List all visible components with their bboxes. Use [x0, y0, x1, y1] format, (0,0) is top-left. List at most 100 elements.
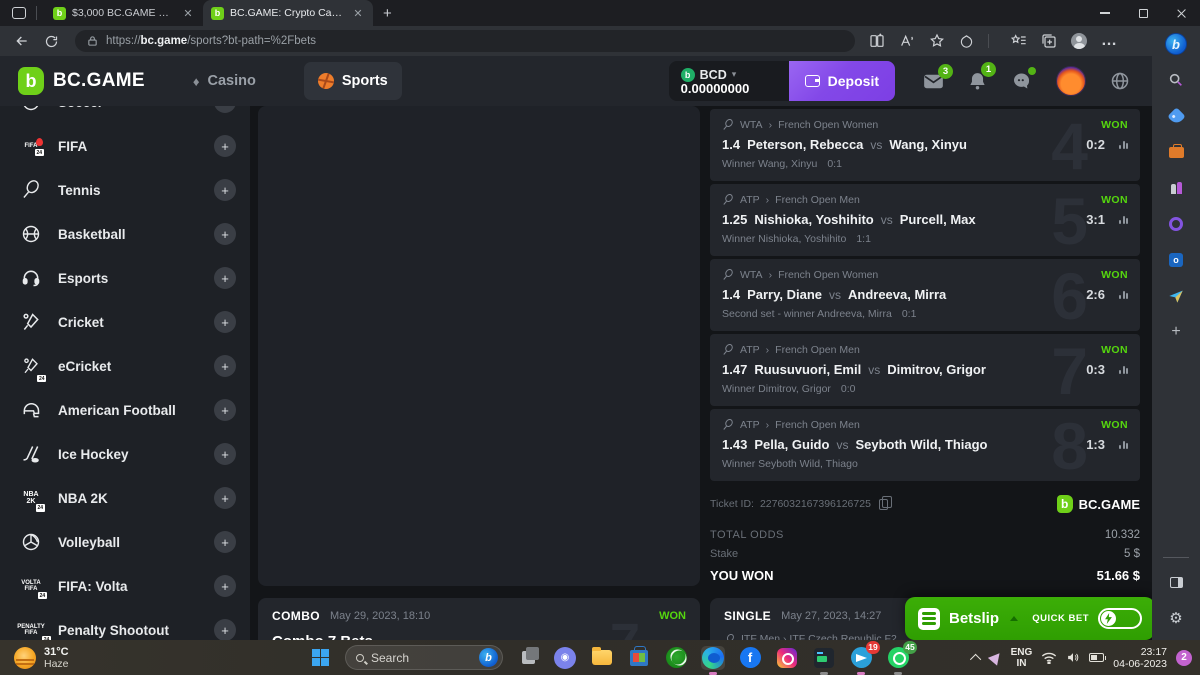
stats-icon[interactable] [1119, 216, 1128, 224]
history-card-combo[interactable]: 7 COMBO May 29, 2023, 18:10 WON Combo 7 … [258, 598, 700, 640]
taskbar-clock[interactable]: 23:17 04-06-2023 [1113, 646, 1167, 670]
facebook-icon[interactable] [738, 646, 762, 670]
sidebar-toggle-icon[interactable] [1152, 564, 1200, 600]
whatsapp-icon[interactable]: 45 [886, 646, 910, 670]
add-icon[interactable]: + [214, 223, 236, 245]
sidebar-item-tennis[interactable]: Tennis + [0, 168, 250, 212]
hidden-icons-chevron[interactable] [970, 653, 981, 664]
address-bar[interactable]: https://bc.game/sports?bt-path=%2Fbets [75, 30, 855, 52]
bing-chat-icon[interactable] [1152, 26, 1200, 62]
sidebar-add-icon[interactable] [1152, 314, 1200, 350]
mail-icon[interactable]: 3 [923, 73, 944, 90]
tools-icon[interactable] [1152, 134, 1200, 170]
bet-leg-card[interactable]: 7 ATP›French Open Men WON 1.47 Ruusuvuor… [710, 334, 1140, 406]
sidebar-item-fifa-volta[interactable]: VOLTA FIFA FIFA: Volta + [0, 564, 250, 608]
drop-icon[interactable] [1152, 278, 1200, 314]
stats-icon[interactable] [1119, 441, 1128, 449]
add-icon[interactable]: + [214, 179, 236, 201]
start-button[interactable] [308, 646, 332, 670]
betslip-button[interactable]: Betslip QUICK BET [905, 597, 1152, 640]
sidebar-item-cricket[interactable]: Cricket + [0, 300, 250, 344]
bcgame-logo[interactable]: BC.GAME [18, 67, 145, 95]
add-icon[interactable]: + [214, 399, 236, 421]
favorite-star-icon[interactable] [929, 33, 945, 49]
sidebar-item-ecricket[interactable]: eCricket + [0, 344, 250, 388]
split-screen-icon[interactable] [869, 33, 885, 49]
more-menu-icon[interactable]: … [1101, 32, 1119, 50]
deposit-button[interactable]: Deposit [789, 61, 895, 101]
workspaces-icon[interactable] [12, 7, 26, 19]
add-icon[interactable]: + [214, 531, 236, 553]
sidebar-item-nba2k[interactable]: NBA 2K NBA 2K + [0, 476, 250, 520]
nav-sports[interactable]: Sports [304, 62, 402, 100]
sidebar-item-esports[interactable]: Esports + [0, 256, 250, 300]
browser-profile-avatar[interactable] [1071, 33, 1087, 49]
sidebar-item-soccer[interactable]: Soccer + [0, 106, 250, 124]
tab-close-icon[interactable] [351, 7, 365, 20]
bet-leg-card[interactable]: 5 ATP›French Open Men WON 1.25 Nishioka,… [710, 184, 1140, 256]
volume-icon[interactable] [1066, 651, 1080, 664]
taskbar-search[interactable]: Search [345, 645, 503, 670]
microsoft-store-icon[interactable] [627, 646, 651, 670]
sidebar-search-icon[interactable] [1152, 62, 1200, 98]
read-aloud-icon[interactable] [899, 33, 915, 49]
teams-chat-icon[interactable]: ◉ [553, 646, 577, 670]
sidebar-item-penalty-shootout[interactable]: PENALTY FIFA Penalty Shootout + [0, 608, 250, 640]
bet-leg-card[interactable]: 6 WTA›French Open Women WON 1.4 Parry, D… [710, 259, 1140, 331]
notification-badge[interactable]: 2 [1176, 650, 1192, 666]
sidebar-item-american-football[interactable]: American Football + [0, 388, 250, 432]
language-globe-icon[interactable] [1110, 71, 1130, 91]
stats-icon[interactable] [1119, 366, 1128, 374]
shopping-icon[interactable] [1152, 98, 1200, 134]
instagram-icon[interactable] [775, 646, 799, 670]
battery-icon[interactable] [1089, 653, 1104, 662]
browser-tab-1[interactable]: $3,000 BC.GAME SPORTS PARLAY [45, 0, 203, 26]
copy-icon[interactable] [879, 499, 888, 510]
tab-close-icon[interactable] [181, 7, 195, 20]
language-indicator[interactable]: ENGIN [1011, 647, 1033, 669]
taskbar-weather-widget[interactable]: 31°C Haze [14, 646, 69, 670]
collections-icon[interactable] [1041, 33, 1057, 49]
wifi-icon[interactable] [1041, 652, 1057, 664]
terminal-app-icon[interactable] [812, 646, 836, 670]
file-explorer-icon[interactable] [590, 646, 614, 670]
edge-browser-icon[interactable] [701, 646, 725, 670]
currency-selector[interactable]: BCD 0.00000000 [669, 61, 789, 101]
add-icon[interactable]: + [214, 106, 236, 113]
games-icon[interactable] [1152, 170, 1200, 206]
quick-bet-toggle[interactable] [1098, 608, 1142, 629]
sidebar-settings-icon[interactable] [1152, 600, 1200, 636]
add-icon[interactable]: + [214, 575, 236, 597]
xbox-icon[interactable] [664, 646, 688, 670]
browser-tab-2-active[interactable]: BC.GAME: Crypto Casino Games [203, 0, 373, 26]
maximize-button[interactable] [1124, 0, 1162, 26]
nav-casino[interactable]: Casino [179, 62, 270, 100]
favorites-bar-icon[interactable] [1011, 33, 1027, 49]
user-avatar[interactable] [1056, 66, 1086, 96]
back-icon[interactable] [14, 33, 30, 49]
sidebar-item-volleyball[interactable]: Volleyball + [0, 520, 250, 564]
bet-leg-card[interactable]: 8 ATP›French Open Men WON 1.43 Pella, Gu… [710, 409, 1140, 481]
sidebar-item-fifa[interactable]: FIFA FIFA + [0, 124, 250, 168]
bet-leg-card[interactable]: 4 WTA›French Open Women WON 1.4 Peterson… [710, 109, 1140, 181]
outlook-icon[interactable] [1152, 242, 1200, 278]
chat-support-icon[interactable] [1011, 71, 1032, 91]
telegram-icon[interactable]: 19 [849, 646, 873, 670]
notifications-bell-icon[interactable]: 1 [968, 71, 987, 91]
stats-icon[interactable] [1119, 141, 1128, 149]
add-icon[interactable]: + [214, 267, 236, 289]
stats-icon[interactable] [1119, 291, 1128, 299]
add-icon[interactable]: + [214, 355, 236, 377]
add-icon[interactable]: + [214, 311, 236, 333]
new-tab-button[interactable]: + [383, 5, 392, 22]
sidebar-item-basketball[interactable]: Basketball + [0, 212, 250, 256]
sidebar-item-ice-hockey[interactable]: Ice Hockey + [0, 432, 250, 476]
add-icon[interactable]: + [214, 487, 236, 509]
add-icon[interactable]: + [214, 443, 236, 465]
close-button[interactable] [1162, 0, 1200, 26]
microsoft-365-icon[interactable] [1152, 206, 1200, 242]
task-view-button[interactable] [516, 646, 540, 670]
add-icon[interactable]: + [214, 135, 236, 157]
add-icon[interactable]: + [214, 619, 236, 640]
browser-essentials-icon[interactable] [959, 34, 974, 49]
